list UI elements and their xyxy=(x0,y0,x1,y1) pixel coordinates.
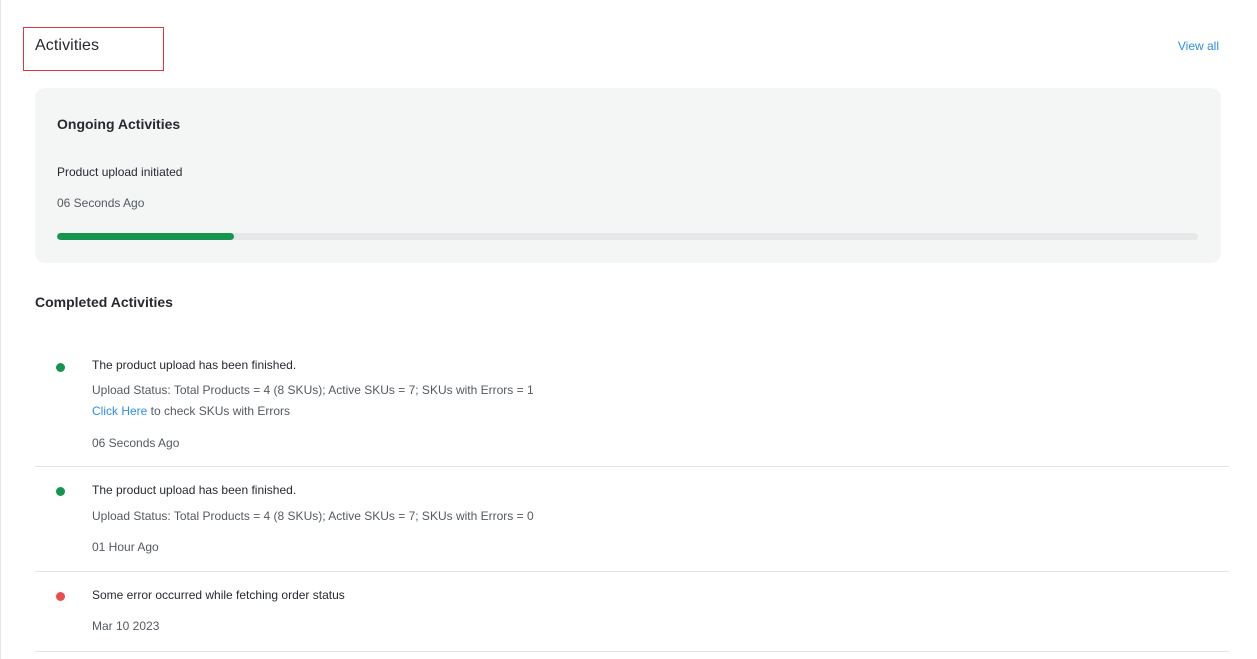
red-status-dot-icon xyxy=(56,592,65,601)
activities-header: Activities View all xyxy=(23,20,1219,72)
ongoing-section-title: Ongoing Activities xyxy=(57,116,181,132)
completed-section-title: Completed Activities xyxy=(35,294,173,310)
activity-title: Some error occurred while fetching order… xyxy=(92,588,345,602)
activity-link-line: Click Here to check SKUs with Errors xyxy=(92,404,290,418)
completed-activity-item: The product upload has been finished. Up… xyxy=(35,467,1229,572)
completed-activity-item: The product upload has been finished. Up… xyxy=(35,346,1229,467)
activity-detail: Upload Status: Total Products = 4 (8 SKU… xyxy=(92,509,534,523)
view-all-link[interactable]: View all xyxy=(1178,39,1219,53)
ongoing-item-time: 06 Seconds Ago xyxy=(57,196,145,210)
activity-time: Mar 10 2023 xyxy=(92,619,160,633)
page-title: Activities xyxy=(35,37,100,54)
activity-time: 01 Hour Ago xyxy=(92,540,159,554)
activity-detail: Upload Status: Total Products = 4 (8 SKU… xyxy=(92,383,534,397)
progress-bar-fill xyxy=(57,233,234,240)
activity-title: The product upload has been finished. xyxy=(92,358,297,372)
link-suffix-text: to check SKUs with Errors xyxy=(147,404,291,418)
activity-title: The product upload has been finished. xyxy=(92,483,297,497)
click-here-link[interactable]: Click Here xyxy=(92,404,147,418)
green-status-dot-icon xyxy=(56,363,65,372)
activities-panel: Activities View all Ongoing Activities P… xyxy=(0,0,1257,659)
ongoing-activities-card: Ongoing Activities Product upload initia… xyxy=(35,88,1221,263)
completed-activity-item: Some error occurred while fetching order… xyxy=(35,572,1229,652)
progress-bar xyxy=(57,233,1198,240)
green-status-dot-icon xyxy=(56,487,65,496)
activity-time: 06 Seconds Ago xyxy=(92,436,180,450)
ongoing-item-title: Product upload initiated xyxy=(57,165,183,179)
